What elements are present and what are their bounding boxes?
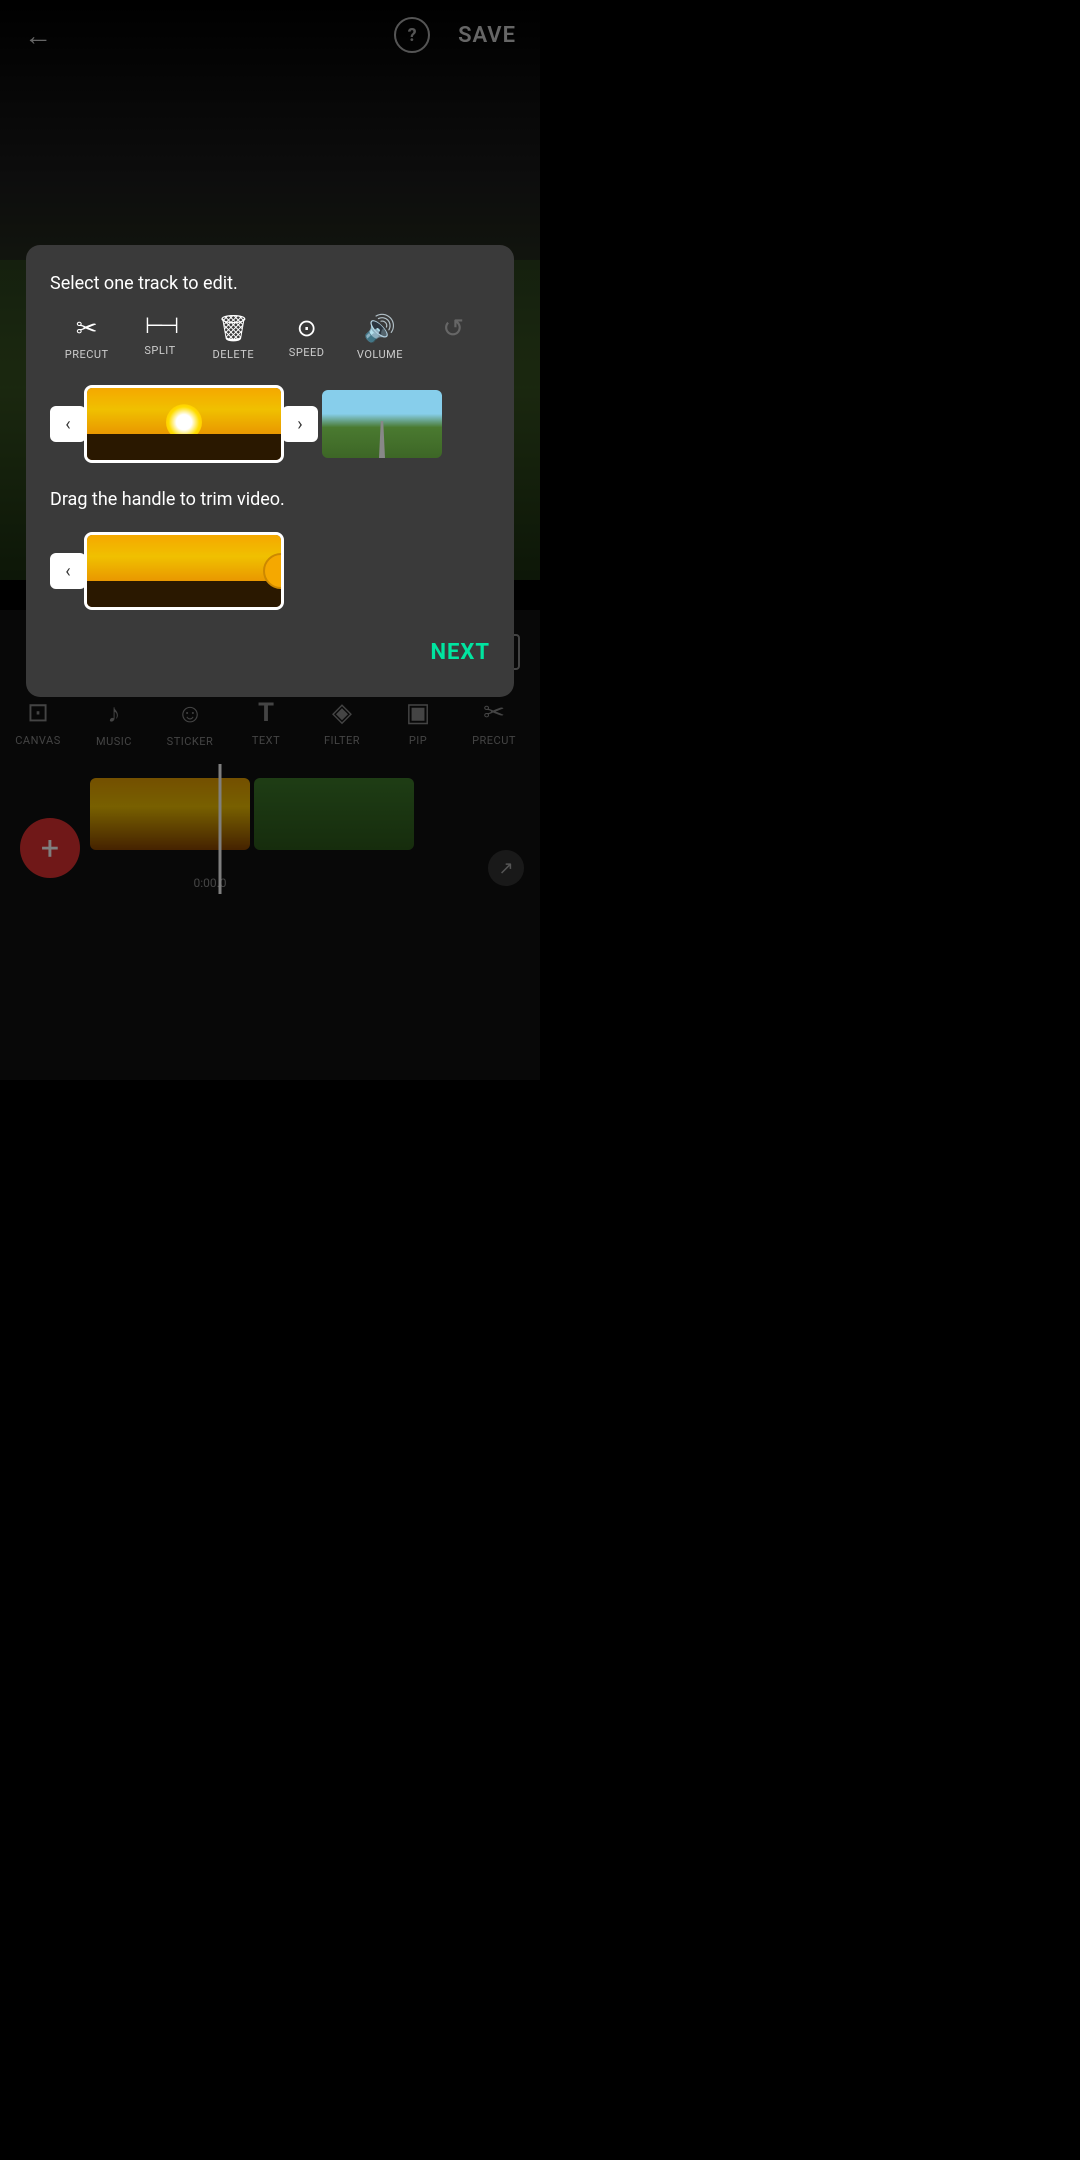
edit-tools-row: ✂ PRECUT ⊢⊣ SPLIT 🗑 DELETE ⊙ SPEED 🔊 VOL… bbox=[50, 316, 490, 361]
modal-panel: Select one track to edit. ✂ PRECUT ⊢⊣ SP… bbox=[26, 245, 514, 697]
speed-label: SPEED bbox=[289, 346, 325, 359]
next-btn-container: NEXT bbox=[50, 640, 490, 665]
split-icon: ⊢⊣ bbox=[145, 316, 175, 338]
clip-timeline-strip: ‹ › bbox=[50, 385, 490, 463]
trim-clip-bg bbox=[87, 535, 281, 607]
next-button[interactable]: NEXT bbox=[431, 640, 491, 665]
selected-clip-sunset[interactable] bbox=[84, 385, 284, 463]
split-label: SPLIT bbox=[144, 344, 175, 357]
trim-instruction: Drag the handle to trim video. bbox=[50, 489, 490, 510]
trim-prev-button[interactable]: ‹ bbox=[50, 553, 86, 589]
volume-icon: 🔊 bbox=[364, 316, 396, 342]
rotate-icon: ↺ bbox=[442, 316, 464, 342]
strip-prev-button[interactable]: ‹ bbox=[50, 406, 86, 442]
volume-label: VOLUME bbox=[357, 348, 403, 361]
trim-clip-selected[interactable] bbox=[84, 532, 284, 610]
tool-volume[interactable]: 🔊 VOLUME bbox=[343, 316, 416, 361]
speed-icon: ⊙ bbox=[297, 316, 317, 340]
trim-strip: ‹ bbox=[50, 532, 490, 610]
clip-horizon bbox=[87, 434, 281, 460]
clip-sunset-bg bbox=[87, 388, 281, 460]
strip-next-button[interactable]: › bbox=[282, 406, 318, 442]
clip-road[interactable] bbox=[322, 390, 442, 458]
delete-label: DELETE bbox=[213, 348, 255, 361]
road-line bbox=[379, 421, 385, 458]
tool-speed[interactable]: ⊙ SPEED bbox=[270, 316, 343, 361]
trim-clip-horizon bbox=[87, 581, 281, 607]
precut-icon: ✂ bbox=[76, 316, 98, 342]
delete-icon: 🗑 bbox=[217, 316, 250, 342]
tool-rotate: ↺ bbox=[417, 316, 490, 361]
tool-split[interactable]: ⊢⊣ SPLIT bbox=[123, 316, 196, 361]
precut-label: PRECUT bbox=[65, 348, 109, 361]
clip-road-bg bbox=[322, 390, 442, 458]
modal-instruction1: Select one track to edit. bbox=[50, 273, 490, 294]
tool-precut[interactable]: ✂ PRECUT bbox=[50, 316, 123, 361]
tool-delete[interactable]: 🗑 DELETE bbox=[197, 316, 270, 361]
